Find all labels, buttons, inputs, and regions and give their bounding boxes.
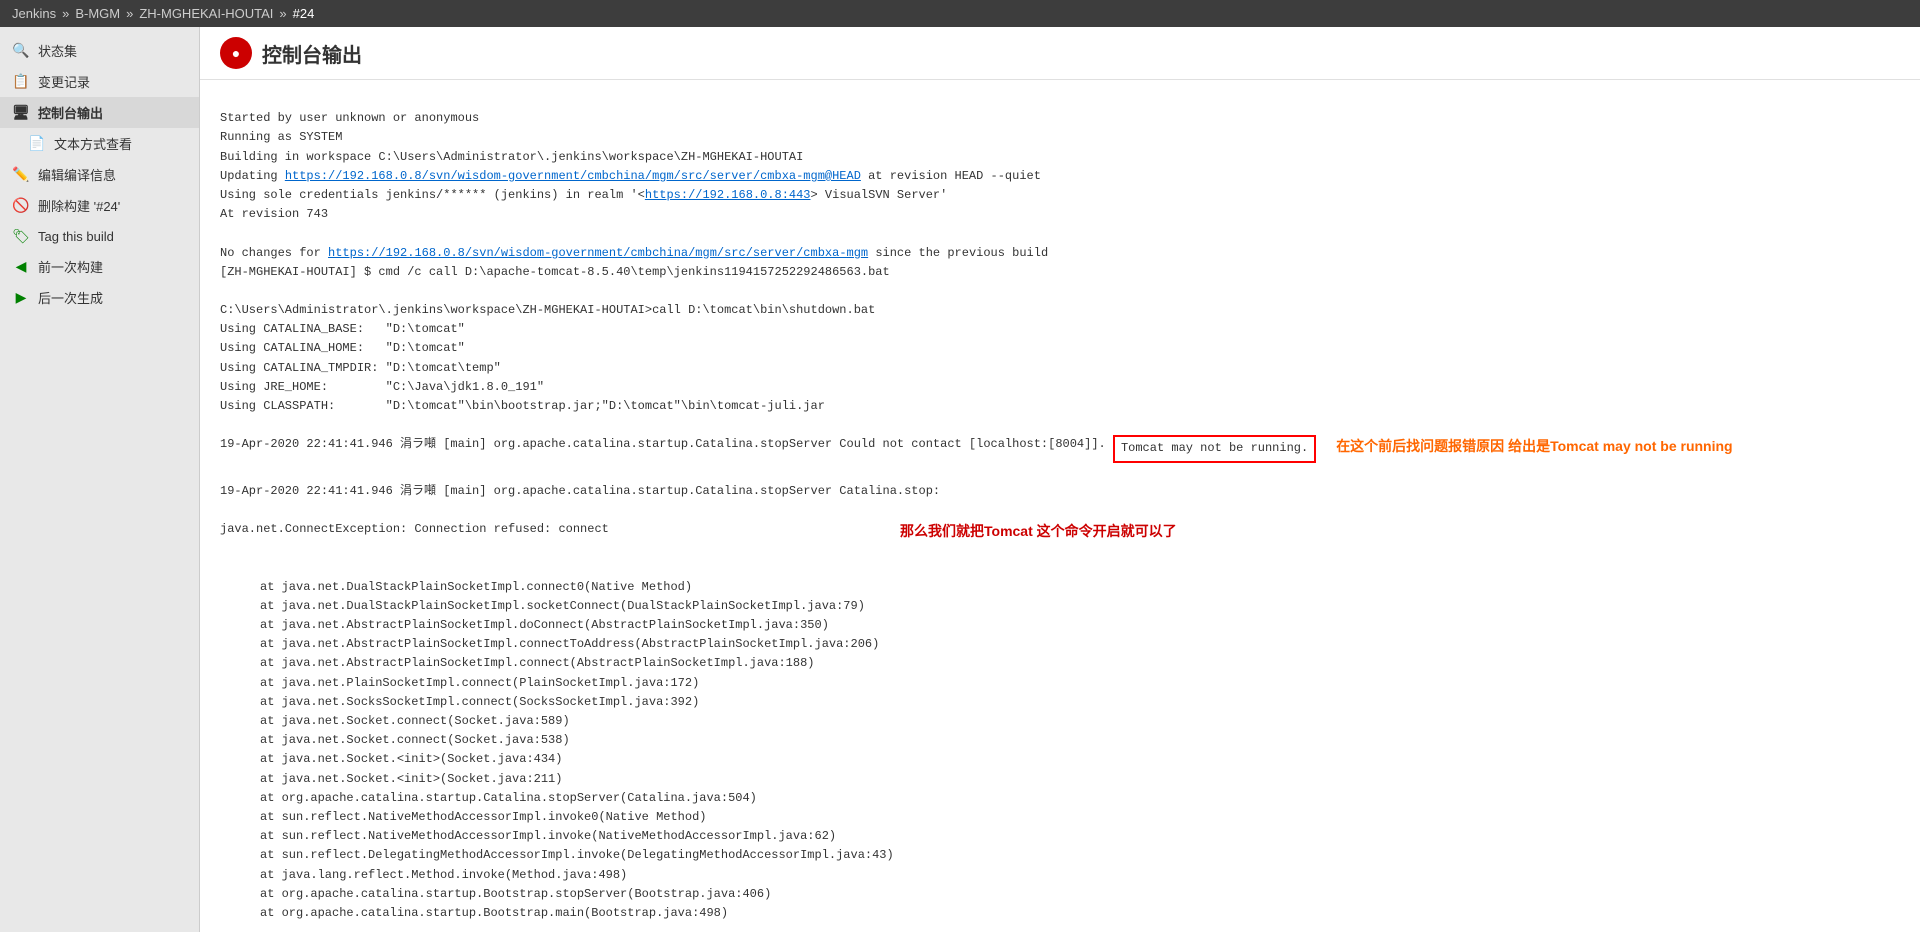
stack-line: at java.net.AbstractPlainSocketImpl.conn… bbox=[260, 635, 1900, 654]
console-line4-pre: Updating bbox=[220, 169, 285, 183]
search-icon: 🔍 bbox=[12, 42, 30, 60]
console-line8-pre: No changes for bbox=[220, 246, 328, 260]
stack-line: at java.net.PlainSocketImpl.connect(Plai… bbox=[260, 674, 1900, 693]
console-output: Started by user unknown or anonymous Run… bbox=[220, 90, 1900, 435]
edit-icon: ✏️ bbox=[12, 166, 30, 184]
stack-line: at org.apache.catalina.startup.Bootstrap… bbox=[260, 904, 1900, 923]
sidebar-label-changes: 变更记录 bbox=[38, 72, 90, 91]
console-line18: 19-Apr-2020 22:41:41.946 涓ラ噸 [main] org.… bbox=[220, 484, 940, 498]
console-nochanges-link[interactable]: https://192.168.0.8/svn/wisdom-governmen… bbox=[328, 246, 868, 260]
breadcrumb-bmgm[interactable]: B-MGM bbox=[75, 6, 120, 21]
sidebar-item-console[interactable]: 🖥 控制台输出 bbox=[0, 97, 199, 128]
sidebar-label-console: 控制台输出 bbox=[38, 103, 103, 122]
tomcat-warning-box: Tomcat may not be running. bbox=[1113, 435, 1316, 462]
console-line2: Running as SYSTEM bbox=[220, 130, 342, 144]
sidebar-label-next: 后一次生成 bbox=[38, 288, 103, 307]
console-icon: 🖥 bbox=[12, 104, 30, 122]
tomcat-warning-text: Tomcat may not be running. bbox=[1121, 441, 1308, 455]
stack-line: at java.net.Socket.connect(Socket.java:5… bbox=[260, 731, 1900, 750]
console-line1: Started by user unknown or anonymous bbox=[220, 111, 479, 125]
sep2: » bbox=[126, 6, 133, 21]
annotation-orange: 在这个前后找问题报错原因 给出是Tomcat may not be runnin… bbox=[1336, 435, 1732, 457]
stack-line: at java.net.DualStackPlainSocketImpl.con… bbox=[260, 578, 1900, 597]
console-output-2: 19-Apr-2020 22:41:41.946 涓ラ噸 [main] org.… bbox=[220, 463, 1900, 521]
stack-line: at java.net.AbstractPlainSocketImpl.doCo… bbox=[260, 616, 1900, 635]
console-line5-post: > VisualSVN Server' bbox=[811, 188, 948, 202]
sidebar-label-textview: 文本方式查看 bbox=[54, 134, 132, 153]
sidebar-item-delete[interactable]: 🚫 删除构建 '#24' bbox=[0, 190, 199, 221]
stack-line: at java.net.Socket.<init>(Socket.java:21… bbox=[260, 770, 1900, 789]
console-line15: Using JRE_HOME: "C:\Java\jdk1.8.0_191" bbox=[220, 380, 544, 394]
stack-line: at java.net.Socket.connect(Socket.java:5… bbox=[260, 712, 1900, 731]
console-svn-link[interactable]: https://192.168.0.8/svn/wisdom-governmen… bbox=[285, 169, 861, 183]
console-line13: Using CATALINA_HOME: "D:\tomcat" bbox=[220, 341, 465, 355]
sidebar-item-edit[interactable]: ✏️ 编辑编译信息 bbox=[0, 159, 199, 190]
stack-line: at java.net.SocksSocketImpl.connect(Sock… bbox=[260, 693, 1900, 712]
sidebar-label-edit: 编辑编译信息 bbox=[38, 165, 116, 184]
breadcrumb-zh[interactable]: ZH-MGHEKAI-HOUTAI bbox=[139, 6, 273, 21]
stack-line: at java.net.Socket.<init>(Socket.java:43… bbox=[260, 750, 1900, 769]
console-stack: at java.net.DualStackPlainSocketImpl.con… bbox=[220, 539, 1900, 923]
breadcrumb-build: #24 bbox=[293, 6, 315, 21]
annotation-red: 那么我们就把Tomcat 这个命令开启就可以了 bbox=[900, 520, 1177, 542]
stack-line: at java.net.DualStackPlainSocketImpl.soc… bbox=[260, 597, 1900, 616]
stack-line: at sun.reflect.NativeMethodAccessorImpl.… bbox=[260, 827, 1900, 846]
console-realm-link[interactable]: https://192.168.0.8:443 bbox=[645, 188, 811, 202]
page-title: 控制台输出 bbox=[262, 39, 362, 68]
stack-line: at java.net.AbstractPlainSocketImpl.conn… bbox=[260, 654, 1900, 673]
sep1: » bbox=[62, 6, 69, 21]
breadcrumb-bar: Jenkins » B-MGM » ZH-MGHEKAI-HOUTAI » #2… bbox=[0, 0, 1920, 27]
sidebar-item-status[interactable]: 🔍 状态集 bbox=[0, 35, 199, 66]
console-line6: At revision 743 bbox=[220, 207, 328, 221]
next-icon: ▶ bbox=[12, 289, 30, 307]
console-line8-post: since the previous build bbox=[868, 246, 1048, 260]
console-line17-pre: 19-Apr-2020 22:41:41.946 涓ラ噸 [main] org.… bbox=[220, 435, 1113, 454]
changes-icon: 📋 bbox=[12, 73, 30, 91]
console-line11: C:\Users\Administrator\.jenkins\workspac… bbox=[220, 303, 875, 317]
console-line9: [ZH-MGHEKAI-HOUTAI] $ cmd /c call D:\apa… bbox=[220, 265, 890, 279]
sidebar-item-tag[interactable]: 🏷 Tag this build bbox=[0, 221, 199, 251]
breadcrumb-jenkins[interactable]: Jenkins bbox=[12, 6, 56, 21]
console-line14: Using CATALINA_TMPDIR: "D:\tomcat\temp" bbox=[220, 361, 501, 375]
sidebar-item-next[interactable]: ▶ 后一次生成 bbox=[0, 282, 199, 313]
textview-icon: 📄 bbox=[28, 135, 46, 153]
delete-icon: 🚫 bbox=[12, 197, 30, 215]
sep3: » bbox=[279, 6, 286, 21]
sidebar-label-tag: Tag this build bbox=[38, 229, 114, 244]
stack-line: at java.lang.reflect.Method.invoke(Metho… bbox=[260, 866, 1900, 885]
sidebar-item-textview[interactable]: 📄 文本方式查看 bbox=[0, 128, 199, 159]
sidebar-label-status: 状态集 bbox=[38, 41, 77, 60]
sidebar-label-prev: 前一次构建 bbox=[38, 257, 103, 276]
sidebar-item-changes[interactable]: 📋 变更记录 bbox=[0, 66, 199, 97]
sidebar-item-prev[interactable]: ◀ 前一次构建 bbox=[0, 251, 199, 282]
console-line4-post: at revision HEAD --quiet bbox=[861, 169, 1041, 183]
console-line12: Using CATALINA_BASE: "D:\tomcat" bbox=[220, 322, 465, 336]
stack-line: at org.apache.catalina.startup.Bootstrap… bbox=[260, 885, 1900, 904]
console-line19-text: java.net.ConnectException: Connection re… bbox=[220, 520, 609, 539]
stack-line: at org.apache.catalina.startup.Catalina.… bbox=[260, 789, 1900, 808]
console-line16: Using CLASSPATH: "D:\tomcat"\bin\bootstr… bbox=[220, 399, 825, 413]
main-content: ● 控制台输出 Started by user unknown or anony… bbox=[200, 27, 1920, 932]
console-area: Started by user unknown or anonymous Run… bbox=[200, 80, 1920, 932]
console-line3: Building in workspace C:\Users\Administr… bbox=[220, 150, 803, 164]
console-line5-pre: Using sole credentials jenkins/****** (j… bbox=[220, 188, 645, 202]
stack-line: at sun.reflect.DelegatingMethodAccessorI… bbox=[260, 846, 1900, 865]
sidebar: 🔍 状态集 📋 变更记录 🖥 控制台输出 📄 文本方式查看 ✏️ 编辑编译信息 … bbox=[0, 27, 200, 932]
page-header: ● 控制台输出 bbox=[200, 27, 1920, 80]
prev-icon: ◀ bbox=[12, 258, 30, 276]
tag-icon: 🏷 bbox=[12, 227, 30, 245]
jenkins-logo: ● bbox=[220, 37, 252, 69]
console-line17-container: 19-Apr-2020 22:41:41.946 涓ラ噸 [main] org.… bbox=[220, 435, 1900, 462]
sidebar-label-delete: 删除构建 '#24' bbox=[38, 196, 120, 215]
stack-line: at sun.reflect.NativeMethodAccessorImpl.… bbox=[260, 808, 1900, 827]
console-line19-container: java.net.ConnectException: Connection re… bbox=[220, 520, 1900, 539]
